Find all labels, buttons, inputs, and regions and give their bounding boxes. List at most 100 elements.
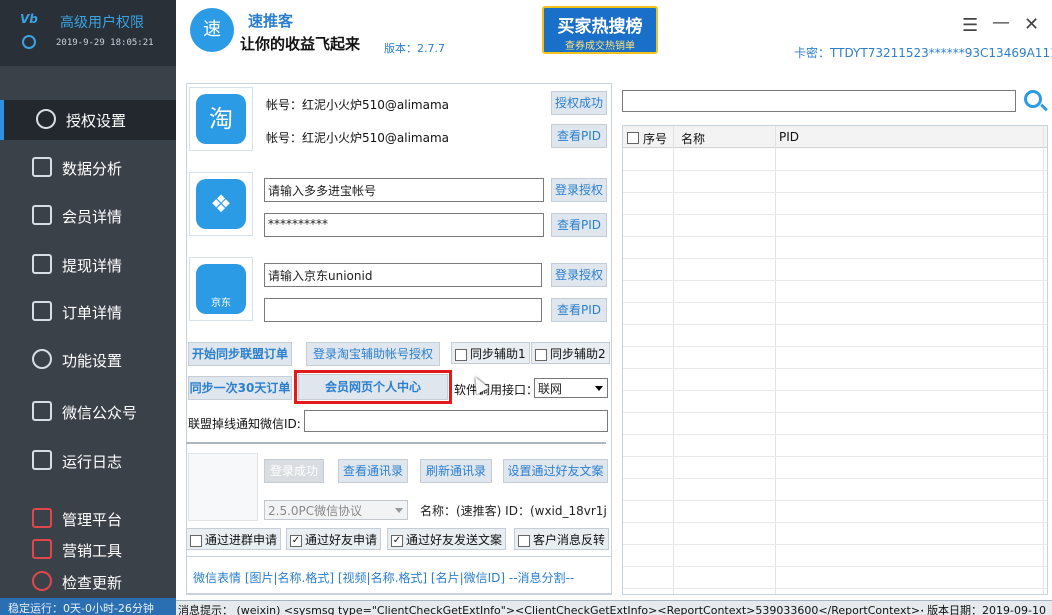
taobao-helper-auth-button[interactable]: 登录淘宝辅助帐号授权 (306, 342, 440, 366)
sidebar-item-function-settings[interactable]: 功能设置 (0, 340, 176, 380)
banner-title: 买家热搜榜 (557, 17, 643, 37)
reply-reverse-checkbox[interactable]: 客户消息反转 (514, 528, 610, 550)
checkbox-box (190, 534, 202, 547)
wechat-id-label: 联盟掉线通知微信ID: (188, 417, 301, 431)
pdd-account-input[interactable]: 请输入多多进宝帐号 (264, 178, 544, 202)
layers-icon (32, 508, 52, 528)
checkbox-label: 客户消息反转 (533, 533, 606, 547)
speaker-icon (32, 450, 52, 470)
checkbox-label: 通过好友发送文案 (406, 533, 503, 547)
search-icon[interactable] (1024, 90, 1042, 108)
chat-icon (32, 349, 52, 369)
clock-icon (22, 35, 36, 49)
tools-icon (32, 539, 52, 559)
printer-icon (32, 401, 52, 421)
pdd-password-input[interactable]: ********** (264, 213, 544, 237)
table-row-line (623, 170, 1047, 171)
friend-send-message-checkbox[interactable]: ✓ 通过好友发送文案 (387, 528, 507, 550)
refresh-contacts-button[interactable]: 刷新通讯录 (420, 459, 492, 483)
accept-friend-checkbox[interactable]: ✓ 通过好友申请 (286, 528, 382, 550)
uptime-status: 稳定运行：0天-0小时-26分钟 (0, 598, 176, 615)
pdd-login-button[interactable]: 登录授权 (551, 178, 607, 202)
current-datetime: 2019-9-29 18:05:21 (56, 38, 154, 48)
table-row-line (623, 566, 1047, 567)
api-select[interactable]: 联网 (534, 378, 608, 398)
close-icon[interactable]: ✕ (1024, 14, 1039, 35)
api-select-value: 联网 (538, 382, 563, 396)
jd-login-button[interactable]: 登录授权 (551, 263, 607, 287)
sidebar-header: Vb 高级用户权限 2019-9-29 18:05:21 (0, 0, 176, 66)
pdd-view-pid-button[interactable]: 查看PID (551, 213, 607, 237)
table-row-line (623, 280, 1047, 281)
sidebar-item-label: 营销工具 (62, 542, 123, 560)
app-window: Vb 高级用户权限 2019-9-29 18:05:21 授权设置 数据分析 会… (0, 0, 1052, 615)
wechat-protocol-select[interactable]: 2.5.0PC微信协议 (264, 500, 408, 520)
taobao-icon: 淘 (196, 94, 246, 144)
message-bar: 消息提示： (weixin) <sysmsg type="ClientCheck… (176, 600, 1052, 615)
sidebar-item-label: 管理平台 (62, 511, 123, 529)
sidebar-item-label: 运行日志 (62, 453, 123, 471)
sidebar-item-member-details[interactable]: 会员详情 (0, 196, 176, 236)
table-row-line (623, 390, 1047, 391)
menu-icon[interactable]: ☰ (962, 15, 978, 36)
sidebar-item-data-analysis[interactable]: 数据分析 (0, 148, 176, 188)
hot-search-banner[interactable]: 买家热搜榜 查券成交热销单 (542, 6, 658, 54)
chevron-down-icon (595, 386, 603, 391)
wechat-login-success-button[interactable]: 登录成功 (264, 459, 324, 483)
chevron-down-icon (395, 508, 403, 513)
sidebar-item-auth-settings[interactable]: 授权设置 (0, 100, 176, 140)
pid-search-input[interactable] (622, 90, 1016, 112)
taobao-auth-button[interactable]: 授权成功 (551, 91, 607, 115)
sidebar-item-label: 功能设置 (62, 352, 123, 370)
friend-message-button[interactable]: 设置通过好友文案 (503, 459, 608, 483)
header: 速 速推客 让你的收益飞起来 版本：2.7.7 买家热搜榜 查券成交热销单 ☰ … (176, 0, 1052, 66)
card-key: 卡密：TTDYT73211523******93C13469A1116 (794, 46, 1052, 60)
checkbox-label: 同步辅助1 (470, 347, 526, 361)
select-all-checkbox[interactable] (627, 130, 639, 144)
update-icon (32, 571, 52, 591)
slogan: 让你的收益飞起来 (240, 35, 361, 53)
sidebar-item-label: 微信公众号 (62, 404, 138, 422)
sidebar-item-check-update[interactable]: 检查更新 (0, 562, 176, 602)
sidebar-item-label: 提现详情 (62, 257, 123, 275)
sync-union-orders-button[interactable]: 开始同步联盟订单 (188, 342, 292, 366)
sidebar-item-withdraw-details[interactable]: 提现详情 (0, 245, 176, 285)
table-row-line (623, 192, 1047, 193)
jd-view-pid-button[interactable]: 查看PID (551, 298, 607, 322)
checkbox-box: ✓ (391, 534, 403, 547)
globe-icon (36, 109, 56, 129)
sync-helper-1-checkbox[interactable]: 同步辅助1 (451, 342, 530, 364)
logo: Vb (20, 12, 38, 26)
protocol-value: 2.5.0PC微信协议 (268, 504, 363, 518)
api-label: 软件调用接口： (454, 383, 539, 397)
jd-icon: 京东 (196, 264, 246, 314)
sidebar-item-label: 订单详情 (62, 304, 123, 322)
column-divider (1043, 126, 1044, 594)
table-header: 序号 名称 PID (623, 126, 1047, 148)
pdd-icon: ❖ (196, 179, 246, 229)
minimize-icon[interactable]: — (992, 12, 1010, 33)
version-date: 版本日期：2019-09-10 (923, 602, 1046, 615)
table-row-line (623, 456, 1047, 457)
jd-unionid-input[interactable]: 请输入京东unionid (264, 263, 542, 287)
wechat-id-input[interactable] (304, 410, 608, 432)
sync-30-days-button[interactable]: 同步一次30天订单 (188, 376, 292, 400)
table-row-line (623, 522, 1047, 523)
divider (186, 442, 606, 444)
taobao-account-1: 帐号：红泥小火炉510@alimama (266, 98, 450, 112)
sidebar-item-label: 授权设置 (66, 112, 127, 130)
chart-icon (32, 157, 52, 177)
jd-logo: 京东 (189, 257, 253, 321)
jd-key-input[interactable] (264, 298, 542, 322)
sidebar-item-label: 会员详情 (62, 208, 123, 226)
table-row-line (623, 302, 1047, 303)
sidebar-item-wechat-official[interactable]: 微信公众号 (0, 392, 176, 432)
column-pid: PID (779, 130, 800, 144)
yen-doc-icon (32, 301, 52, 321)
sidebar-item-run-log[interactable]: 运行日志 (0, 441, 176, 481)
view-contacts-button[interactable]: 查看通讯录 (338, 459, 408, 483)
sync-helper-2-checkbox[interactable]: 同步辅助2 (531, 342, 610, 364)
taobao-view-pid-button[interactable]: 查看PID (551, 124, 607, 148)
sidebar-item-order-details[interactable]: 订单详情 (0, 292, 176, 332)
accept-group-checkbox[interactable]: 通过进群申请 (186, 528, 282, 550)
